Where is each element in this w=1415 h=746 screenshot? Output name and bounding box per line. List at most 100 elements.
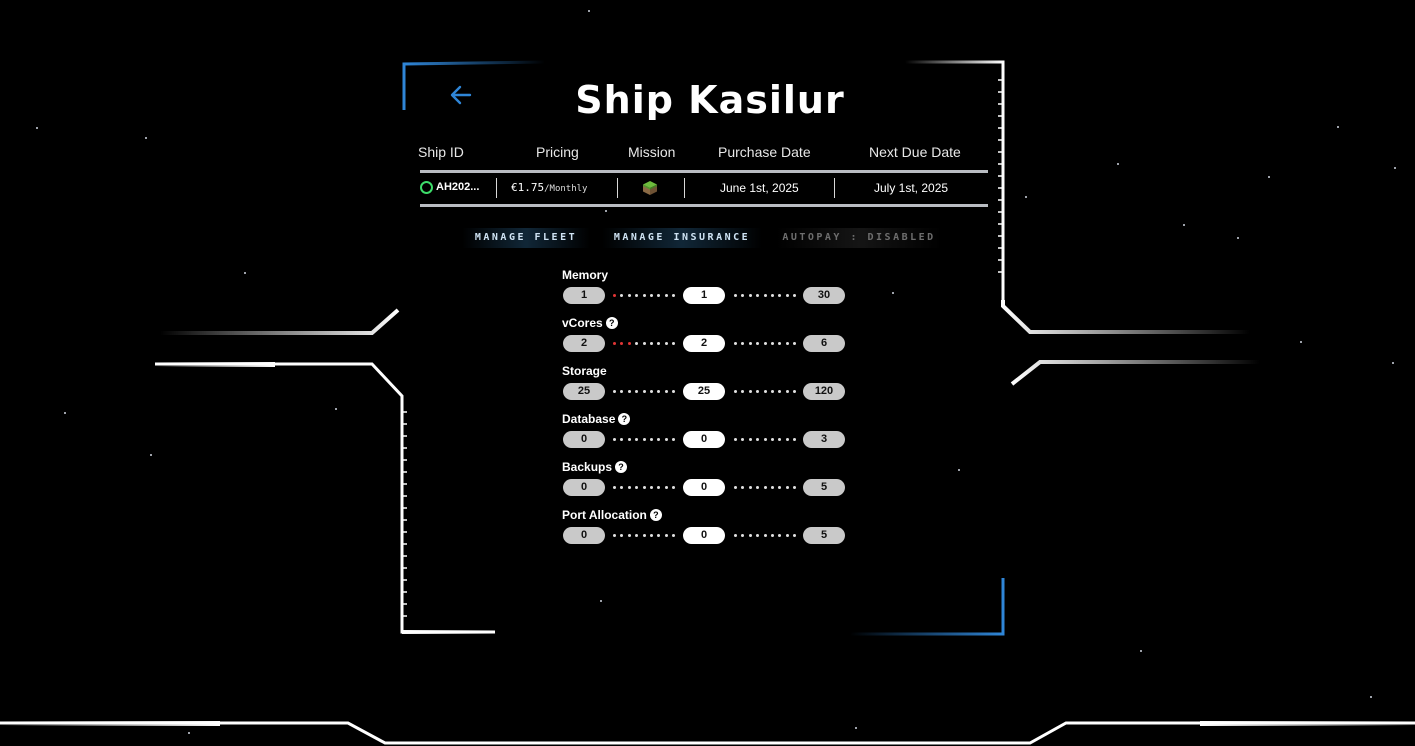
- back-arrow-icon[interactable]: [446, 80, 476, 110]
- resource-current-value[interactable]: 0: [683, 527, 725, 544]
- slider-track-lower[interactable]: [613, 389, 675, 395]
- resource-current-value[interactable]: 0: [683, 479, 725, 496]
- slider-dot: [770, 390, 774, 393]
- slider-dot: [770, 486, 774, 489]
- star: [600, 600, 602, 602]
- slider-track-upper[interactable]: [734, 293, 796, 299]
- slider-track-lower[interactable]: [613, 293, 675, 299]
- slider-dot: [756, 534, 760, 537]
- table-divider: [420, 204, 988, 207]
- page-title: Ship Kasilur: [575, 78, 845, 120]
- resource-min-value: 25: [563, 383, 605, 400]
- resource-current-value[interactable]: 25: [683, 383, 725, 400]
- slider-dot: [756, 294, 760, 297]
- slider-dot: [620, 486, 624, 489]
- slider-dot: [734, 390, 737, 393]
- slider-track-upper[interactable]: [734, 533, 796, 539]
- slider-dot: [642, 390, 646, 393]
- slider-track-upper[interactable]: [734, 485, 796, 491]
- slider-dot: [672, 342, 675, 345]
- slider-dot: [664, 486, 668, 489]
- slider-dot: [741, 486, 745, 489]
- star: [145, 137, 147, 139]
- resource-label-text: vCores: [562, 316, 603, 330]
- star: [335, 408, 337, 410]
- resource-current-value[interactable]: 1: [683, 287, 725, 304]
- help-icon[interactable]: ?: [615, 461, 628, 473]
- star: [605, 210, 607, 212]
- resource-label: Database?: [562, 412, 631, 426]
- resource-label-text: Backups: [562, 460, 613, 474]
- slider-dot: [649, 534, 653, 537]
- slider-dot: [741, 342, 745, 345]
- resource-max-value: 3: [803, 431, 845, 448]
- slider-dot: [763, 534, 767, 537]
- slider-dot: [672, 438, 675, 441]
- slider-dot: [763, 390, 767, 393]
- slider-dot: [734, 486, 737, 489]
- table-row[interactable]: AH202... €1.75/Monthly June 1st, 2025 Ju…: [416, 178, 990, 200]
- slider-track-lower[interactable]: [613, 341, 675, 347]
- slider-dot: [613, 486, 616, 489]
- slider-track-upper[interactable]: [734, 341, 796, 347]
- slider-track-lower[interactable]: [613, 533, 675, 539]
- slider-track-lower[interactable]: [613, 437, 675, 443]
- slider-dot: [620, 534, 624, 537]
- slider-dot: [748, 534, 752, 537]
- slider-dot: [785, 342, 789, 345]
- slider-dot: [748, 294, 752, 297]
- resource-min-value: 0: [563, 431, 605, 448]
- slider-dot: [613, 390, 616, 393]
- resource-label-text: Storage: [562, 364, 607, 378]
- slider-dot: [613, 342, 616, 345]
- manage-insurance-button[interactable]: MANAGE INSURANCE: [602, 228, 762, 248]
- resource-label: Memory: [562, 268, 608, 282]
- slider-track-upper[interactable]: [734, 389, 796, 395]
- resource-current-value[interactable]: 2: [683, 335, 725, 352]
- resource-label: Port Allocation?: [562, 508, 662, 522]
- slider-dot: [756, 438, 760, 441]
- slider-dot: [649, 438, 653, 441]
- slider-dot: [627, 390, 631, 393]
- autopay-status-button[interactable]: AUTOPAY : DISABLED: [776, 228, 942, 248]
- resource-label: vCores?: [562, 316, 618, 330]
- slider-track-lower[interactable]: [613, 485, 675, 491]
- slider-dot: [642, 294, 646, 297]
- slider-dot: [672, 486, 675, 489]
- slider-dot: [770, 438, 774, 441]
- star: [1337, 126, 1339, 128]
- column-header-next-due-date: Next Due Date: [869, 144, 961, 160]
- star: [1025, 196, 1027, 198]
- slider-dot: [756, 390, 760, 393]
- slider-dot: [741, 294, 745, 297]
- slider-dot: [642, 534, 646, 537]
- slider-dot: [635, 390, 639, 393]
- slider-dot: [756, 342, 760, 345]
- slider-dot: [620, 438, 624, 441]
- manage-fleet-button[interactable]: MANAGE FLEET: [462, 228, 590, 248]
- slider-dot: [785, 390, 789, 393]
- slider-dot: [613, 294, 616, 297]
- slider-dot: [748, 342, 752, 345]
- slider-dot: [613, 438, 616, 441]
- slider-dot: [664, 342, 668, 345]
- star: [1394, 167, 1396, 169]
- column-header-mission: Mission: [628, 144, 676, 160]
- slider-dot: [642, 438, 646, 441]
- slider-dot: [793, 534, 796, 537]
- resource-min-value: 0: [563, 479, 605, 496]
- resource-label: Storage: [562, 364, 607, 378]
- cell-separator: [617, 178, 618, 198]
- help-icon[interactable]: ?: [605, 317, 618, 329]
- resource-max-value: 30: [803, 287, 845, 304]
- star: [1268, 176, 1270, 178]
- slider-dot: [734, 342, 737, 345]
- help-icon[interactable]: ?: [649, 509, 662, 521]
- slider-dot: [748, 390, 752, 393]
- slider-track-upper[interactable]: [734, 437, 796, 443]
- slider-dot: [657, 294, 661, 297]
- resource-min-value: 2: [563, 335, 605, 352]
- resource-current-value[interactable]: 0: [683, 431, 725, 448]
- slider-dot: [620, 390, 624, 393]
- help-icon[interactable]: ?: [618, 413, 631, 425]
